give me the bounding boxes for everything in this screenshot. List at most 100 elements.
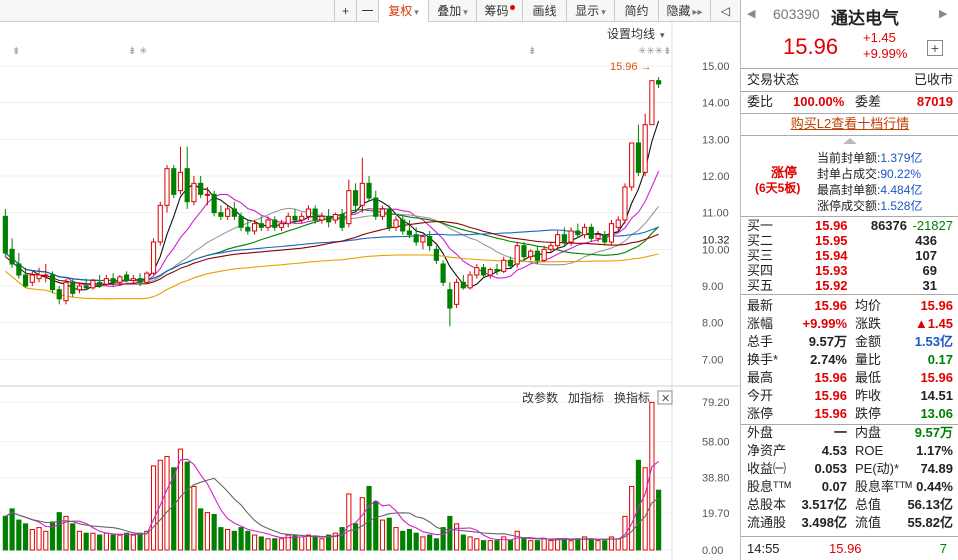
- stat-label: 均价: [855, 298, 882, 313]
- candle-body: [265, 219, 271, 228]
- stat-label: 股息ᵀᵀᴹ: [747, 479, 791, 494]
- candle-body: [581, 226, 588, 236]
- tick-time: 14:55: [747, 541, 780, 556]
- volume-bar: [420, 536, 426, 551]
- candle-body: [272, 219, 278, 228]
- candle-body: [90, 280, 96, 289]
- trade-status-row: 交易状态 已收市: [741, 71, 958, 89]
- volume-bar: [480, 540, 487, 551]
- volume-bar: [29, 528, 35, 551]
- price-tick-label: 10.00: [702, 244, 730, 256]
- bid-row[interactable]: 买三 15.94 107: [741, 248, 958, 263]
- bid-volume: 86376: [870, 218, 907, 233]
- seal-row: 最高封单额:4.484亿: [817, 183, 923, 197]
- candle-body: [507, 259, 514, 267]
- bid-row[interactable]: 买五 15.92 31: [741, 278, 958, 293]
- l2-link[interactable]: 购买L2查看十档行情: [741, 115, 958, 133]
- candle-body: [184, 168, 190, 203]
- volume-bar: [561, 538, 567, 551]
- bid-row[interactable]: 买二 15.95 436: [741, 233, 958, 248]
- volume-bar: [265, 538, 271, 551]
- candle-body: [292, 215, 298, 221]
- volume-bar: [373, 500, 379, 551]
- candle-body: [245, 226, 251, 232]
- stat-row: 涨幅 +9.99% 涨跌 ▲1.45: [741, 315, 958, 333]
- candle-body: [622, 186, 628, 221]
- volume-bar: [555, 538, 561, 551]
- volume-bar: [541, 538, 547, 551]
- scroll-down-icon[interactable]: ▶: [939, 7, 947, 20]
- candle-body: [548, 245, 554, 250]
- expand-icon[interactable]: ◁: [710, 0, 740, 22]
- stats-block-1: 最新 15.96 均价 15.96 涨幅 +9.99% 涨跌 ▲1.45 总手 9.57万 金额 1.…: [741, 297, 958, 427]
- stat-value: 15.96: [814, 388, 847, 403]
- volume-bar: [204, 512, 210, 551]
- candle-body: [332, 214, 338, 221]
- bid-book: 买一 15.96 86376 -21827 买二 15.95 436 买三 15.94 107 买四…: [741, 218, 958, 294]
- stat-value: 56.13亿: [907, 497, 953, 512]
- zoom-out-button[interactable]: 一: [356, 0, 378, 22]
- volume-bar: [406, 528, 413, 551]
- edit-params-button[interactable]: 改参数: [522, 390, 558, 405]
- stat-row: 换手* 2.74% 量比 0.17: [741, 351, 958, 369]
- hide-button[interactable]: 隐藏 ▸▸: [658, 0, 710, 22]
- bid-row[interactable]: 买一 15.96 86376 -21827: [741, 218, 958, 233]
- candle-body: [393, 219, 399, 228]
- candle-body: [568, 230, 574, 243]
- bid-volume: 31: [922, 278, 937, 293]
- zoom-in-button[interactable]: +: [334, 0, 356, 22]
- add-indicator-button[interactable]: 加指标: [568, 390, 604, 405]
- stat-row: 净资产 4.53 ROE 1.17%: [741, 442, 958, 460]
- stat-label: 换手*: [747, 352, 779, 367]
- candle-body: [352, 190, 359, 206]
- chips-button[interactable]: 筹码: [476, 0, 522, 22]
- candle-body: [285, 215, 291, 225]
- chart-grid: [0, 65, 672, 551]
- candle-body: [83, 285, 89, 289]
- candle-body: [528, 250, 534, 258]
- volume-bar: [379, 519, 386, 551]
- scroll-up-icon[interactable]: ◀: [747, 7, 755, 20]
- draw-line-button[interactable]: 画线: [522, 0, 566, 22]
- ma-setting-caret[interactable]: ▾: [660, 30, 665, 40]
- ma60-line: [5, 226, 659, 282]
- candle-body: [9, 248, 15, 265]
- stat-value: 15.96: [814, 406, 847, 421]
- candle-body: [447, 289, 453, 309]
- bid-row[interactable]: 买四 15.93 69: [741, 263, 958, 278]
- volume-bar: [615, 538, 621, 551]
- candle-body: [339, 214, 345, 228]
- stat-label: 金额: [855, 334, 882, 349]
- volume-bar: [2, 515, 8, 551]
- candle-body: [615, 219, 621, 228]
- volume-bar: [231, 530, 237, 551]
- candle-body: [575, 230, 581, 236]
- candle-body: [588, 226, 594, 239]
- kline-chart[interactable]: 15.0014.0013.0012.0011.0010.3210.009.008…: [0, 22, 740, 560]
- stat-label: 总值: [855, 497, 882, 512]
- candle-body: [238, 215, 244, 228]
- price-tick-label: 8.00: [702, 318, 723, 330]
- adjust-button[interactable]: 复权 ▾: [378, 0, 428, 22]
- switch-indicator-button[interactable]: 换指标: [614, 390, 650, 405]
- stat-label: 流值: [855, 515, 882, 530]
- overlay-button[interactable]: 叠加 ▾: [428, 0, 476, 22]
- stat-value: 4.53: [821, 443, 847, 458]
- candle-body: [595, 234, 601, 239]
- candle-body: [555, 234, 561, 247]
- display-button[interactable]: 显示 ▾: [566, 0, 614, 22]
- stat-value: 13.06: [920, 406, 953, 421]
- candle-body: [177, 171, 184, 192]
- stat-label: ROE: [855, 443, 884, 458]
- candle-body: [110, 278, 116, 283]
- stat-label: 涨停: [747, 406, 774, 421]
- volume-bar: [43, 530, 49, 551]
- stat-row: 最新 15.96 均价 15.96: [741, 297, 958, 315]
- close-icon[interactable]: ✕: [661, 393, 670, 405]
- ma-setting-button[interactable]: 设置均线: [607, 27, 655, 41]
- add-watchlist-button[interactable]: +: [927, 40, 943, 56]
- collapse-icon[interactable]: [741, 136, 958, 146]
- candle-body: [514, 245, 520, 265]
- simple-button[interactable]: 简约: [614, 0, 658, 22]
- volume-bar: [339, 527, 345, 551]
